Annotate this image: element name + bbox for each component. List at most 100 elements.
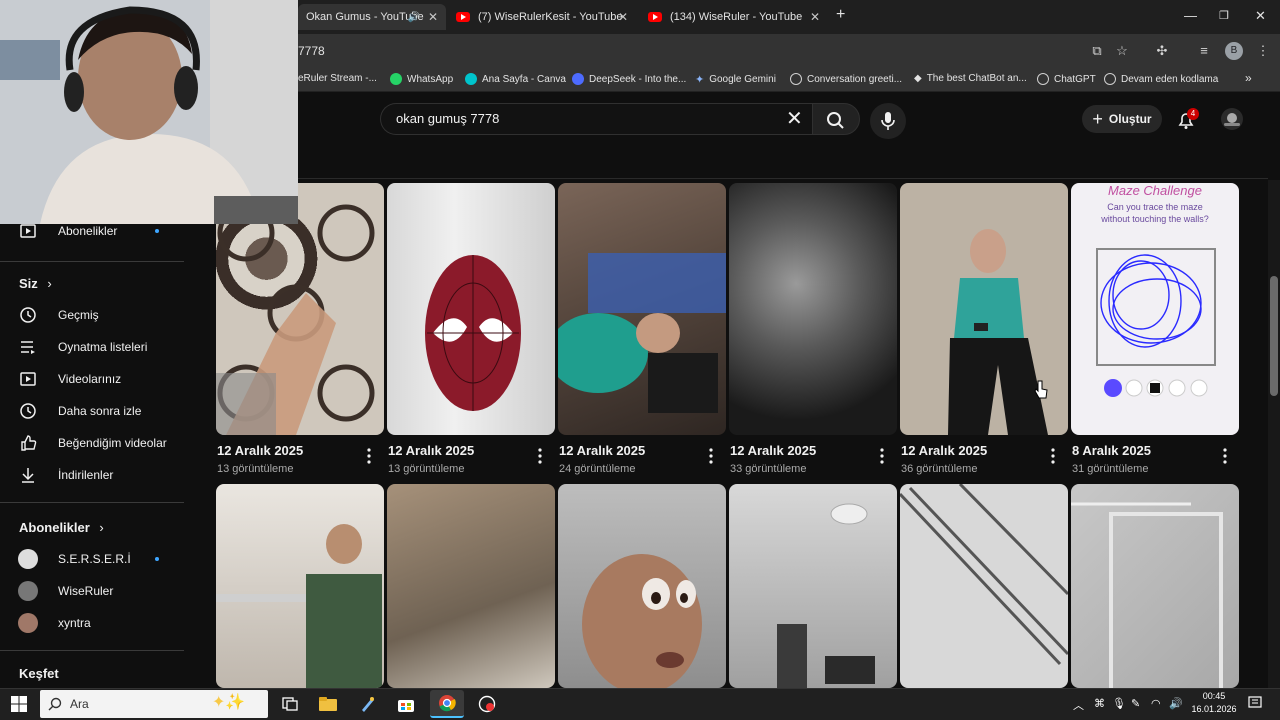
sidebar-item-history[interactable]: Geçmiş bbox=[18, 303, 99, 327]
volume-icon[interactable]: 🔊 bbox=[1169, 697, 1183, 710]
bookmark-item[interactable]: eRuler Stream -... bbox=[298, 73, 377, 84]
video-views: 31 görüntüleme bbox=[1072, 463, 1149, 475]
more-options-icon[interactable] bbox=[707, 448, 715, 464]
sidebar-channel[interactable]: S.E.R.S.E.R.İ bbox=[18, 547, 131, 571]
bookmark-item[interactable]: Conversation greeti... bbox=[790, 73, 902, 85]
close-tab-icon[interactable]: ✕ bbox=[810, 10, 820, 24]
bookmark-star-icon[interactable]: ☆ bbox=[1113, 42, 1131, 60]
sidebar-section-you[interactable]: Siz › bbox=[19, 276, 52, 291]
media-control-icon[interactable]: ≡ bbox=[1195, 42, 1213, 60]
more-options-icon[interactable] bbox=[1049, 448, 1057, 464]
room-view bbox=[777, 503, 875, 688]
bookmark-label: Conversation greeti... bbox=[807, 73, 903, 85]
video-thumbnail[interactable] bbox=[387, 484, 555, 688]
sidebar-item-label: İndirilenler bbox=[58, 468, 114, 482]
bookmark-item[interactable]: DeepSeek - Into the... bbox=[572, 73, 686, 85]
more-options-icon[interactable] bbox=[536, 448, 544, 464]
video-thumbnail[interactable] bbox=[729, 484, 897, 688]
bookmark-item[interactable]: WhatsApp bbox=[390, 73, 453, 85]
profile-avatar[interactable]: B bbox=[1225, 42, 1243, 60]
sidebar-item-watch-later[interactable]: Daha sonra izle bbox=[18, 399, 141, 423]
close-tab-icon[interactable]: ✕ bbox=[428, 10, 438, 24]
door-closeup bbox=[900, 484, 1068, 666]
tab-wiseruler[interactable]: (134) WiseRuler - YouTube ✕ bbox=[640, 4, 828, 30]
sidebar-divider bbox=[0, 261, 184, 262]
video-thumbnail[interactable] bbox=[558, 183, 726, 435]
close-window-button[interactable]: ✕ bbox=[1255, 8, 1266, 24]
sidebar-item-your-videos[interactable]: Videolarınız bbox=[18, 367, 121, 391]
system-clock[interactable]: 00:45 16.01.2026 bbox=[1188, 690, 1240, 716]
chevron-up-icon[interactable]: ︿ bbox=[1073, 697, 1084, 713]
tab-wiserulerkesit[interactable]: (7) WiseRulerKesit - YouTube ✕ bbox=[448, 4, 636, 30]
sidebar-section-explore[interactable]: Keşfet bbox=[19, 666, 59, 681]
more-options-icon[interactable] bbox=[365, 448, 373, 464]
video-thumbnail[interactable] bbox=[558, 484, 726, 688]
bookmark-item[interactable]: ChatGPT bbox=[1037, 73, 1096, 85]
chrome-taskbar-icon[interactable] bbox=[430, 690, 464, 718]
more-bookmarks-icon[interactable]: » bbox=[1245, 71, 1252, 85]
sidebar-item-label: Daha sonra izle bbox=[58, 404, 142, 418]
create-button[interactable]: + Oluştur bbox=[1082, 105, 1162, 133]
video-date: 12 Aralık 2025 bbox=[388, 443, 475, 458]
sidebar-item-downloads[interactable]: İndirilenler bbox=[18, 463, 113, 487]
account-avatar[interactable] bbox=[1221, 108, 1243, 130]
sidebar-item-liked-videos[interactable]: Beğendiğim videolar bbox=[18, 431, 167, 455]
clear-search-icon[interactable]: ✕ bbox=[786, 106, 803, 131]
wifi-icon[interactable]: ◠ bbox=[1151, 697, 1161, 710]
door-panel bbox=[1071, 502, 1223, 688]
chatbot-icon: ◆ bbox=[914, 73, 922, 84]
kebab-menu-icon[interactable]: ⋮ bbox=[1254, 42, 1272, 60]
video-thumbnail[interactable] bbox=[900, 484, 1068, 688]
search-button[interactable] bbox=[812, 103, 860, 135]
extensions-icon[interactable]: ✣ bbox=[1153, 42, 1171, 60]
microphone-icon[interactable]: 🎙 bbox=[1112, 697, 1126, 710]
url-field[interactable]: 7778 bbox=[298, 44, 325, 58]
bookmark-item[interactable]: ◆ The best ChatBot an... bbox=[914, 73, 1027, 84]
more-options-icon[interactable] bbox=[1221, 448, 1229, 464]
scrollbar-thumb[interactable] bbox=[1270, 276, 1278, 396]
microsoft-store-icon[interactable] bbox=[392, 692, 420, 716]
new-tab-button[interactable]: + bbox=[836, 6, 845, 24]
canva-icon bbox=[465, 73, 477, 85]
bookmark-item[interactable]: ✦ Google Gemini bbox=[695, 73, 776, 86]
windows-start-icon[interactable] bbox=[11, 696, 27, 712]
page-scrollbar[interactable] bbox=[1268, 180, 1280, 688]
task-view-icon[interactable] bbox=[276, 692, 304, 716]
spiderman-mask bbox=[425, 255, 521, 411]
audio-icon[interactable]: 🔊 bbox=[408, 12, 420, 23]
video-thumbnail[interactable] bbox=[387, 183, 555, 435]
file-explorer-icon[interactable] bbox=[314, 692, 342, 716]
video-views: 24 görüntüleme bbox=[559, 463, 636, 475]
app-icon[interactable] bbox=[354, 692, 382, 716]
sidebar-channel[interactable]: WiseRuler bbox=[18, 579, 113, 603]
search-input[interactable]: okan gumuş 7778 bbox=[396, 111, 499, 126]
sidebar-section-subscriptions[interactable]: Abonelikler › bbox=[19, 520, 104, 535]
channel-name: WiseRuler bbox=[58, 584, 114, 598]
pen-icon[interactable]: ✎ bbox=[1131, 697, 1140, 710]
bookmark-item[interactable]: Ana Sayfa - Canva bbox=[465, 73, 566, 85]
liked-videos-icon bbox=[18, 433, 38, 453]
bookmark-label: Google Gemini bbox=[709, 74, 776, 85]
minimize-button[interactable]: — bbox=[1184, 8, 1197, 23]
bookmark-item[interactable]: Devam eden kodlama bbox=[1104, 73, 1218, 85]
maximize-button[interactable]: ❐ bbox=[1219, 9, 1229, 22]
tab-title: (134) WiseRuler - YouTube bbox=[670, 11, 803, 23]
taskbar-search-input[interactable]: Ara bbox=[70, 697, 89, 711]
video-thumbnail[interactable] bbox=[216, 484, 384, 688]
more-options-icon[interactable] bbox=[878, 448, 886, 464]
app-icon[interactable] bbox=[473, 692, 501, 716]
cast-icon[interactable]: ⧉ bbox=[1088, 42, 1106, 60]
notification-center-icon[interactable] bbox=[1248, 696, 1262, 710]
close-tab-icon[interactable]: ✕ bbox=[618, 10, 628, 24]
new-content-dot bbox=[155, 557, 159, 561]
video-views: 13 görüntüleme bbox=[388, 463, 465, 475]
voice-search-button[interactable] bbox=[870, 103, 906, 139]
tab-okan-gumus[interactable]: Okan Gumus - YouTube 🔊 ✕ bbox=[298, 4, 446, 30]
deepseek-icon bbox=[572, 73, 584, 85]
video-thumbnail[interactable] bbox=[729, 183, 897, 435]
sidebar-item-playlists[interactable]: Oynatma listeleri bbox=[18, 335, 147, 359]
meet-now-icon[interactable]: ⌘ bbox=[1094, 697, 1105, 710]
video-thumbnail[interactable] bbox=[1071, 484, 1239, 688]
video-thumbnail[interactable]: Maze Challenge Can you trace the maze wi… bbox=[1071, 183, 1239, 435]
sidebar-channel[interactable]: xyntra bbox=[18, 611, 91, 635]
